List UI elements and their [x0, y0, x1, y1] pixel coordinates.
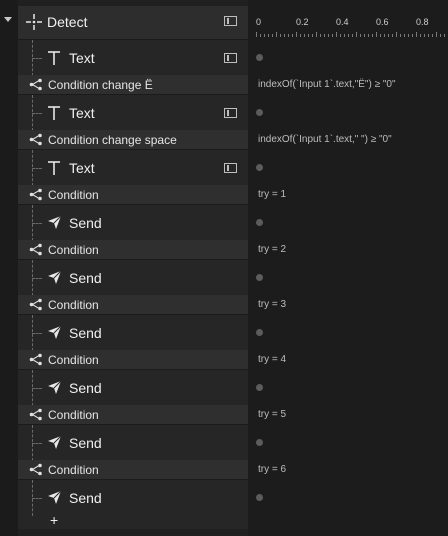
condition-expression[interactable]: indexOf(`Input 1`.text,"Ë") ≥ "0" [258, 79, 396, 90]
send-icon [48, 380, 62, 394]
send-icon [48, 270, 62, 284]
branch-icon [29, 463, 42, 476]
timeline-tick-label: 0 [256, 17, 262, 27]
text-icon [48, 106, 60, 120]
tree-guide [32, 278, 42, 279]
move-crosshair-icon [26, 14, 42, 30]
tree-row-label: Send [69, 380, 102, 396]
branch-icon [29, 188, 42, 201]
tree-guide [32, 168, 42, 169]
tree-row-label: Text [69, 50, 95, 66]
tree-guide [32, 443, 42, 444]
branch-icon [29, 243, 42, 256]
tree-row-condition[interactable]: Condition [18, 460, 248, 479]
tree-row-label: Condition [48, 188, 99, 202]
branch-icon [29, 353, 42, 366]
tree-row-condition[interactable]: Condition [18, 405, 248, 424]
tree-row-label: Send [69, 325, 102, 341]
tree-row-condition[interactable]: Condition change space [18, 130, 248, 149]
branch-icon [29, 133, 42, 146]
tree-guide [32, 113, 42, 114]
tree-row-condition[interactable]: Condition change Ë [18, 75, 248, 94]
keyframe-dot[interactable] [256, 219, 263, 226]
tree-row-text[interactable]: Text [18, 149, 248, 186]
condition-expression[interactable]: try = 6 [258, 464, 286, 475]
branch-icon [29, 408, 42, 421]
keyframe-dot[interactable] [256, 329, 263, 336]
tree-guide [32, 223, 42, 224]
tree-row-condition[interactable]: Condition [18, 295, 248, 314]
condition-expression[interactable]: try = 3 [258, 299, 286, 310]
tree-row-label: Condition [48, 298, 99, 312]
condition-expression[interactable]: try = 2 [258, 244, 286, 255]
condition-expression[interactable]: try = 4 [258, 354, 286, 365]
tree-row-send[interactable]: Send [18, 424, 248, 461]
tree-row-label: Text [69, 105, 95, 121]
condition-expression[interactable]: indexOf(`Input 1`.text," ") ≥ "0" [258, 134, 392, 145]
timeline-tick-label: 0.2 [296, 17, 309, 27]
tree-guide [32, 333, 42, 334]
tree-row-send[interactable]: Send [18, 314, 248, 351]
visibility-icon[interactable] [224, 108, 237, 118]
tree-row-label: Send [69, 270, 102, 286]
tree-row-send[interactable]: Send [18, 369, 248, 406]
send-icon [48, 215, 62, 229]
timeline-panel: 0 0.2 0.4 0.6 0.8 indexOf(`Input 1`.text,"Ë")… [248, 0, 448, 536]
keyframe-dot[interactable] [256, 274, 263, 281]
text-icon [48, 51, 60, 65]
tree-row-label: Send [69, 435, 102, 451]
keyframe-dot[interactable] [256, 384, 263, 391]
tree-row-label: Condition [48, 408, 99, 422]
tree-row-send[interactable]: Send [18, 259, 248, 296]
tree-row-send[interactable]: Send [18, 204, 248, 241]
keyframe-dot[interactable] [256, 109, 263, 116]
tree-row-label: Text [69, 160, 95, 176]
timeline-tick-label: 0.4 [336, 17, 349, 27]
visibility-icon[interactable] [224, 163, 237, 173]
tree-row-text[interactable]: Text [18, 39, 248, 76]
tree-row-condition[interactable]: Condition [18, 350, 248, 369]
send-icon [48, 490, 62, 504]
tree-row-detect[interactable]: Detect [18, 6, 248, 39]
tree-row-label: Send [69, 490, 102, 506]
layer-tree: Detect + + TextCondition change ËTextCon… [18, 0, 250, 536]
branch-icon [29, 298, 42, 311]
tree-row-text[interactable]: Text [18, 94, 248, 131]
text-icon [48, 161, 60, 175]
tree-row-label: Send [69, 215, 102, 231]
timeline-tick-label: 0.8 [416, 17, 429, 27]
tree-row-label: Condition [48, 353, 99, 367]
tree-row-label: Condition change space [48, 133, 177, 147]
timeline-ruler [256, 32, 445, 37]
tree-row-label: Condition [48, 463, 99, 477]
keyframe-dot[interactable] [256, 54, 263, 61]
send-icon [48, 435, 62, 449]
tree-row-label: Condition [48, 243, 99, 257]
keyframe-dot[interactable] [256, 494, 263, 501]
send-icon [48, 325, 62, 339]
tree-row-condition[interactable]: Condition [18, 185, 248, 204]
tree-guide [32, 498, 42, 499]
timeline-tick-label: 0.6 [376, 17, 389, 27]
keyframe-dot[interactable] [256, 439, 263, 446]
visibility-icon[interactable] [224, 16, 237, 26]
collapse-arrow-icon[interactable] [4, 17, 12, 22]
tree-row-label: Condition change Ë [48, 78, 153, 92]
tree-guide [32, 388, 42, 389]
tree-row-condition[interactable]: Condition [18, 240, 248, 259]
tree-row-send[interactable]: Send [18, 479, 248, 516]
condition-expression[interactable]: try = 1 [258, 189, 286, 200]
keyframe-dot[interactable] [256, 164, 263, 171]
condition-expression[interactable]: try = 5 [258, 409, 286, 420]
branch-icon [29, 78, 42, 91]
tree-row-label: Detect [47, 14, 88, 30]
visibility-icon[interactable] [224, 53, 237, 63]
left-gutter [0, 0, 18, 536]
tree-guide [32, 58, 42, 59]
